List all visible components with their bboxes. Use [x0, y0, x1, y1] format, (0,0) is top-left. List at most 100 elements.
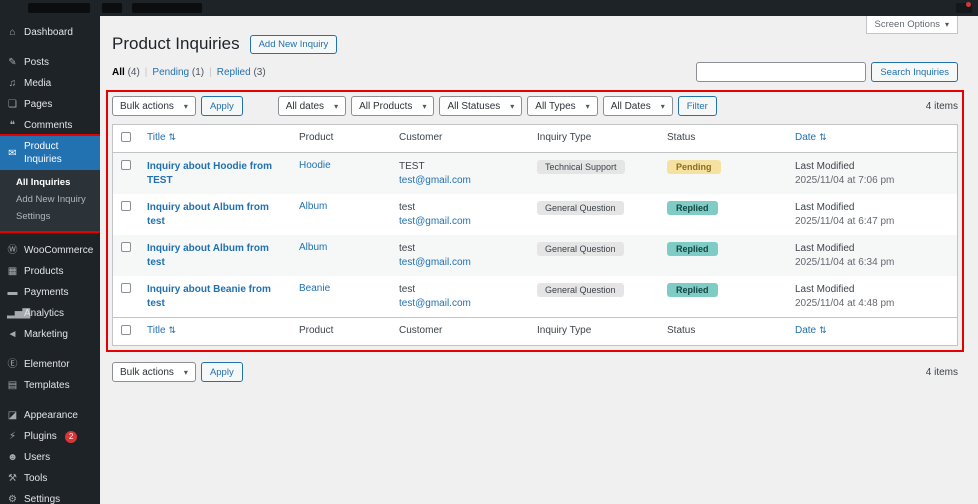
customer-email-link[interactable]: test@gmail.com — [399, 257, 471, 268]
sidebar-item-label: Templates — [24, 380, 70, 391]
inquiry-title-link[interactable]: Inquiry about Hoodie from TEST — [147, 160, 283, 187]
wordpress-admin-screen: ⌂ Dashboard ✎ Posts ♫ Media ❏ Pages ❝ Co… — [0, 0, 978, 504]
inquiry-type-badge: Technical Support — [537, 160, 625, 174]
select-all-checkbox-footer[interactable] — [121, 325, 131, 335]
sidebar-item-product-inquiries[interactable]: ✉ Product Inquiries — [0, 136, 100, 170]
submenu-item-all-inquiries[interactable]: All Inquiries — [0, 174, 100, 191]
customer-name: TEST — [399, 161, 425, 172]
analytics-icon: ▂▅▇ — [7, 308, 31, 319]
sidebar-item-label: Marketing — [24, 329, 68, 340]
sidebar-item-pages[interactable]: ❏ Pages — [0, 94, 100, 115]
bulk-actions-select[interactable]: Bulk actions ▾ — [112, 96, 196, 116]
table-toolbar: Bulk actions ▾ Apply All dates ▾ All Pro… — [112, 96, 958, 116]
sidebar-item-posts[interactable]: ✎ Posts — [0, 52, 100, 73]
search-inquiries-button[interactable]: Search Inquiries — [871, 62, 958, 82]
sidebar-item-users[interactable]: ☻ Users — [0, 447, 100, 468]
items-count-bottom: 4 items — [925, 366, 958, 378]
sidebar-item-templates[interactable]: ▤ Templates — [0, 375, 100, 396]
sidebar-item-label: Media — [24, 78, 52, 89]
chevron-down-icon: ▾ — [422, 101, 427, 111]
sidebar-item-comments[interactable]: ❝ Comments — [0, 115, 100, 136]
separator: | — [144, 66, 148, 78]
chevron-down-icon: ▾ — [660, 101, 665, 111]
sidebar-item-payments[interactable]: ▬ Payments — [0, 282, 100, 303]
sidebar-item-appearance[interactable]: ◪ Appearance — [0, 405, 100, 426]
all-dates-2-filter-select[interactable]: All Dates ▾ — [602, 96, 673, 116]
row-checkbox[interactable] — [121, 283, 131, 293]
product-link[interactable]: Album — [299, 242, 327, 253]
view-filter-links: All (4) | Pending (1) | Replied (3) — [112, 67, 266, 78]
row-checkbox[interactable] — [121, 242, 131, 252]
sidebar-item-elementor[interactable]: Ⓔ Elementor — [0, 354, 100, 375]
column-footer-date[interactable]: Date ⇅ — [795, 325, 827, 336]
view-link-all[interactable]: All (4) — [112, 67, 140, 78]
view-link-pending[interactable]: Pending (1) — [152, 67, 204, 78]
inquiry-title-link[interactable]: Inquiry about Beanie from test — [147, 283, 283, 310]
inquiry-title-link[interactable]: Inquiry about Album from test — [147, 201, 283, 228]
add-new-inquiry-button[interactable]: Add New Inquiry — [249, 34, 338, 54]
customer-email-link[interactable]: test@gmail.com — [399, 175, 471, 186]
bulk-actions-select-bottom[interactable]: Bulk actions ▾ — [112, 362, 196, 382]
sidebar-item-media[interactable]: ♫ Media — [0, 73, 100, 94]
row-checkbox[interactable] — [121, 201, 131, 211]
views-row: All (4) | Pending (1) | Replied (3) Sear… — [112, 62, 958, 82]
sidebar-item-settings[interactable]: ⚙ Settings — [0, 489, 100, 504]
screen-options-label: Screen Options — [874, 19, 940, 30]
apply-button-bottom[interactable]: Apply — [200, 362, 243, 382]
templates-icon: ▤ — [7, 380, 18, 391]
submenu-item-add-new-inquiry[interactable]: Add New Inquiry — [0, 191, 100, 208]
inquiry-title-link[interactable]: Inquiry about Album from test — [147, 242, 283, 269]
search-input[interactable] — [696, 62, 867, 82]
posts-icon: ✎ — [8, 57, 17, 68]
sidebar-item-label: Elementor — [24, 359, 70, 370]
customer-email-link[interactable]: test@gmail.com — [399, 298, 471, 309]
woocommerce-icon: Ⓦ — [7, 245, 18, 256]
sidebar-item-products[interactable]: ▦ Products — [0, 261, 100, 282]
admin-top-bar — [0, 0, 978, 16]
sidebar-item-dashboard[interactable]: ⌂ Dashboard — [0, 22, 100, 43]
dashboard-icon: ⌂ — [9, 27, 16, 38]
screen-options-tab[interactable]: Screen Options ▾ — [865, 16, 958, 34]
chevron-down-icon: ▾ — [183, 101, 188, 111]
apply-button[interactable]: Apply — [200, 96, 243, 116]
product-link[interactable]: Hoodie — [299, 160, 331, 171]
modified-label: Last Modified — [795, 243, 855, 254]
product-link[interactable]: Beanie — [299, 283, 330, 294]
sidebar-item-woocommerce[interactable]: Ⓦ WooCommerce — [0, 240, 100, 261]
tools-icon: ⚒ — [8, 473, 17, 484]
inquiries-table: Title ⇅ Product Customer Inquiry Type Sta… — [112, 124, 958, 346]
modified-date: 2025/11/04 at 6:47 pm — [795, 215, 895, 227]
notification-dot — [966, 2, 971, 7]
modified-label: Last Modified — [795, 161, 855, 172]
sidebar-item-tools[interactable]: ⚒ Tools — [0, 468, 100, 489]
product-link[interactable]: Album — [299, 201, 327, 212]
customer-email-link[interactable]: test@gmail.com — [399, 216, 471, 227]
all-types-filter-select[interactable]: All Types ▾ — [527, 96, 598, 116]
column-footer-title[interactable]: Title ⇅ — [147, 325, 176, 336]
row-checkbox[interactable] — [121, 160, 131, 170]
sort-icon: ⇅ — [168, 325, 177, 335]
sidebar-item-analytics[interactable]: ▂▅▇ Analytics — [0, 303, 100, 324]
all-statuses-filter-select[interactable]: All Statuses ▾ — [439, 96, 523, 116]
filter-button[interactable]: Filter — [677, 96, 717, 116]
settings-gear-icon: ⚙ — [8, 494, 17, 504]
page-title: Product Inquiries — [112, 34, 240, 53]
modified-label: Last Modified — [795, 284, 855, 295]
view-link-replied[interactable]: Replied (3) — [217, 67, 266, 78]
plugins-icon: ⚡ — [8, 431, 17, 442]
select-all-checkbox[interactable] — [121, 132, 131, 142]
customer-name: test — [399, 202, 416, 213]
elementor-icon: Ⓔ — [7, 359, 18, 370]
column-header-status: Status — [667, 132, 696, 143]
column-header-title[interactable]: Title ⇅ — [147, 132, 176, 143]
sidebar-item-label: Settings — [24, 494, 61, 504]
all-dates-filter-select[interactable]: All dates ▾ — [277, 96, 347, 116]
redacted-site-name — [28, 3, 90, 13]
column-header-date[interactable]: Date ⇅ — [795, 132, 827, 143]
chevron-down-icon: ▾ — [334, 101, 339, 111]
status-badge: Replied — [667, 242, 718, 256]
sidebar-item-marketing[interactable]: ◄ Marketing — [0, 324, 100, 345]
sidebar-item-plugins[interactable]: ⚡ Plugins 2 — [0, 426, 100, 447]
all-products-filter-select[interactable]: All Products ▾ — [351, 96, 435, 116]
submenu-item-settings[interactable]: Settings — [0, 208, 100, 225]
